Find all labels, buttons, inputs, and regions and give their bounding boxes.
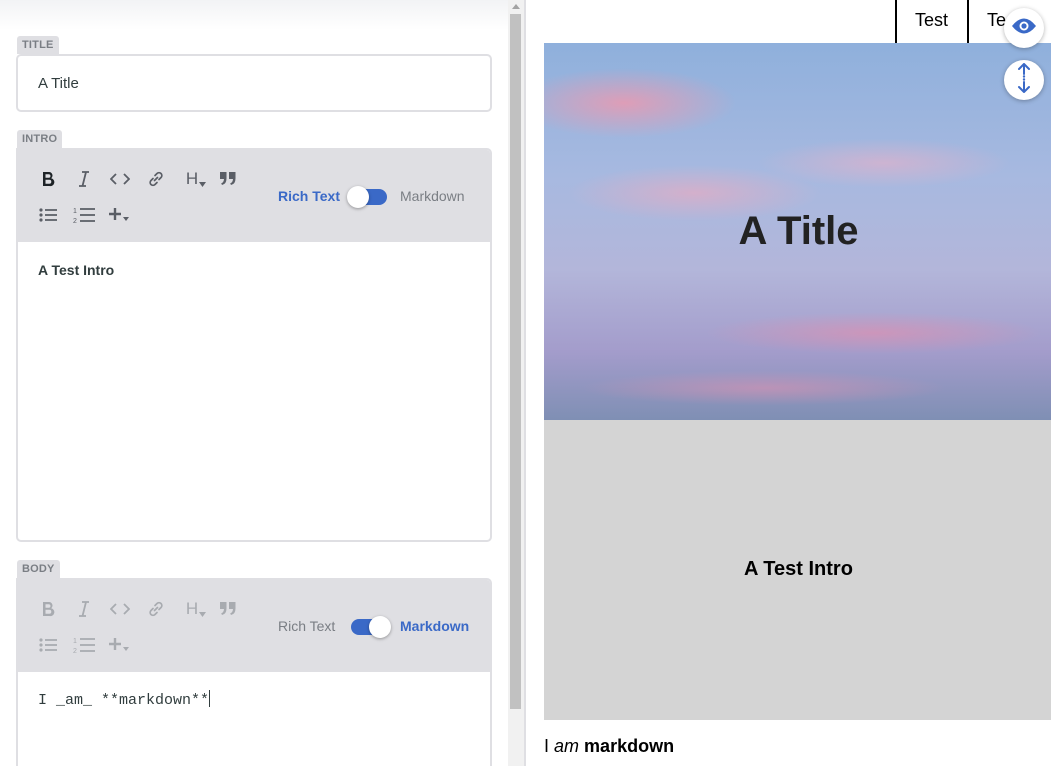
preview-hero-image: A Title	[544, 43, 1051, 420]
heading-icon: H	[185, 169, 207, 189]
quote-icon	[220, 172, 236, 186]
link-icon	[147, 600, 165, 618]
toggle-preview-button[interactable]	[1004, 8, 1044, 48]
editor-top-shadow	[0, 0, 508, 30]
title-input[interactable]	[16, 54, 492, 112]
bulleted-list-icon	[39, 207, 57, 223]
italic-button[interactable]	[70, 166, 98, 192]
intro-content[interactable]: A Test Intro	[38, 262, 114, 278]
body-editor: H 12 Rich Text Markdown I _am_ **markdow…	[16, 578, 492, 766]
body-markdown-mode[interactable]: Markdown	[400, 616, 469, 636]
bold-button[interactable]	[34, 596, 62, 622]
preview-pane: Test Te A Title A Test Intro I am markdo…	[524, 0, 1051, 766]
preview-intro-text: A Test Intro	[744, 558, 853, 580]
svg-text:1: 1	[73, 638, 77, 645]
numbered-list-button[interactable]: 12	[70, 202, 98, 228]
code-icon	[110, 172, 130, 186]
bulleted-list-icon	[39, 637, 57, 653]
scroll-thumb[interactable]	[510, 14, 521, 709]
heading-glyph: H	[185, 599, 199, 618]
numbered-list-icon: 12	[73, 206, 95, 224]
quote-button[interactable]	[214, 596, 242, 622]
intro-editor: H 12 Rich Text Markdown A Test Intro	[16, 148, 492, 542]
body-field-label: BODY	[17, 560, 60, 578]
body-strong-text: markdown	[584, 736, 675, 756]
quote-button[interactable]	[214, 166, 242, 192]
intro-toolbar: H 12 Rich Text Markdown	[18, 150, 490, 242]
body-plain-text: I	[544, 736, 555, 756]
quote-icon	[220, 602, 236, 616]
toggle-knob	[369, 616, 391, 638]
heading-button[interactable]: H	[178, 166, 207, 192]
bold-icon	[41, 601, 55, 617]
body-markdown-text: I _am_ **markdown**	[38, 692, 210, 709]
add-component-button[interactable]	[106, 202, 134, 228]
link-button[interactable]	[142, 596, 170, 622]
body-markdown-input[interactable]: I _am_ **markdown**	[38, 690, 211, 709]
link-icon	[147, 170, 165, 188]
numbered-list-button[interactable]: 12	[70, 632, 98, 658]
body-toolbar: H 12 Rich Text Markdown	[18, 580, 490, 672]
bold-icon	[41, 171, 55, 187]
code-icon	[110, 602, 130, 616]
svg-text:2: 2	[73, 218, 77, 224]
scroll-up-arrow-icon[interactable]	[512, 4, 520, 9]
link-button[interactable]	[142, 166, 170, 192]
sync-scroll-icon	[1015, 62, 1033, 98]
body-mode-toggle[interactable]	[351, 616, 391, 638]
italic-icon	[77, 601, 91, 617]
bold-button[interactable]	[34, 166, 62, 192]
intro-markdown-mode[interactable]: Markdown	[400, 186, 465, 206]
body-rich-text-mode[interactable]: Rich Text	[278, 616, 335, 636]
bulleted-list-button[interactable]	[34, 202, 62, 228]
intro-mode-toggle[interactable]	[347, 186, 387, 208]
preview-body-text: I am markdown	[544, 736, 674, 757]
code-button[interactable]	[106, 596, 134, 622]
preview-nav-link[interactable]: Test	[895, 0, 967, 43]
editor-scrollbar[interactable]	[508, 0, 524, 766]
italic-icon	[77, 171, 91, 187]
svg-text:2: 2	[73, 648, 77, 654]
preview-hero-title: A Title	[738, 209, 859, 253]
eye-icon	[1011, 17, 1037, 40]
text-caret	[209, 690, 211, 707]
add-component-icon	[109, 207, 131, 223]
heading-glyph: H	[185, 169, 199, 188]
heading-button[interactable]: H	[178, 596, 207, 622]
code-button[interactable]	[106, 166, 134, 192]
add-component-button[interactable]	[106, 632, 134, 658]
intro-field-label: INTRO	[17, 130, 63, 148]
title-field-label: TITLE	[17, 36, 59, 54]
toggle-knob	[347, 186, 369, 208]
add-component-icon	[109, 637, 131, 653]
preview-intro-section: A Test Intro	[544, 420, 1051, 720]
bulleted-list-button[interactable]	[34, 632, 62, 658]
svg-text:1: 1	[73, 208, 77, 215]
editor-pane: TITLE INTRO H	[0, 0, 508, 766]
body-emphasis-text: am	[554, 736, 580, 756]
intro-rich-text-mode[interactable]: Rich Text	[278, 186, 340, 206]
sync-scroll-button[interactable]	[1004, 60, 1044, 100]
numbered-list-icon: 12	[73, 636, 95, 654]
italic-button[interactable]	[70, 596, 98, 622]
heading-icon: H	[185, 599, 207, 619]
